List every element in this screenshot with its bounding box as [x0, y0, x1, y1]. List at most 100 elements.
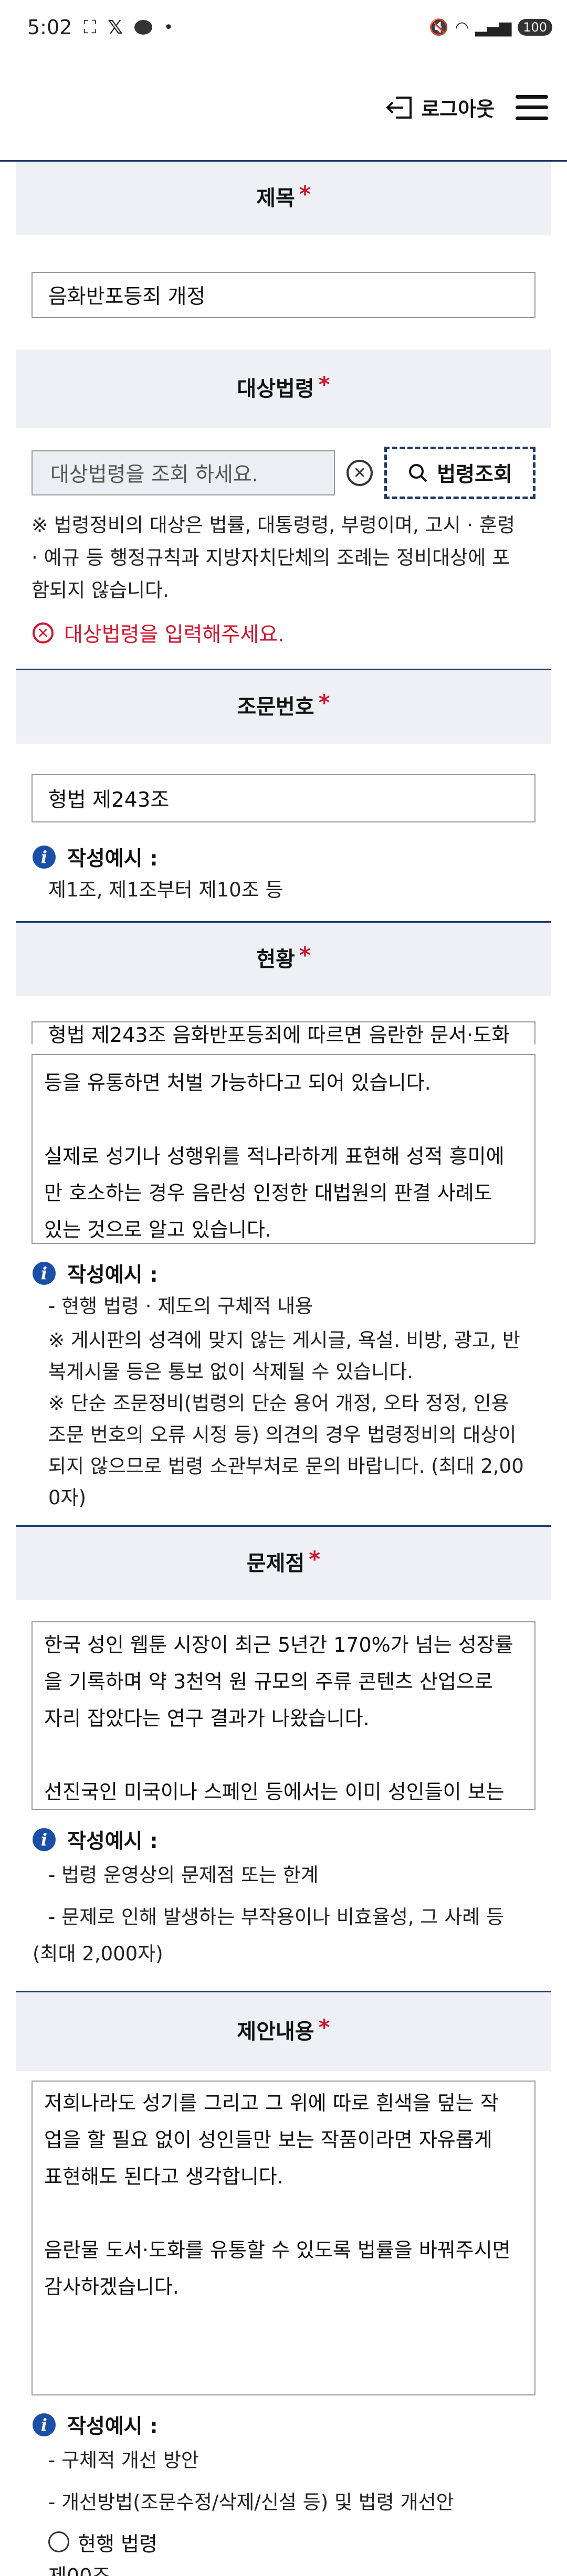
title-input[interactable]: 음화반포등죄 개정 [32, 272, 536, 318]
screenshot-icon: ⛶ [83, 17, 97, 38]
note-line: · 예규 등 행정규칙과 지방자치단체의 조례는 정비대상에 포 [32, 546, 510, 569]
error-text: 대상법령을 입력해주세요. [64, 623, 285, 647]
mute-icon: 🔇 [429, 18, 449, 37]
wifi-icon: ◠ [455, 18, 469, 37]
example-title-text: 작성예시 : [67, 2415, 158, 2438]
title-section-header: 제목 * [16, 162, 551, 235]
textarea-line: 실제로 성기나 성행위를 적나라하게 표현해 성적 흥미에 [44, 1145, 505, 1168]
example-line: 되지 않으므로 법령 소관부처로 문의 바랍니다. (최대 2,00 [48, 1455, 524, 1477]
status-section-header: 현황 * [16, 923, 551, 996]
info-icon: i [33, 846, 56, 869]
law-label: 대상법령 [237, 377, 314, 401]
status-example: - 현행 법령 · 제도의 구체적 내용 ※ 게시판의 성격에 맞지 않는 게시… [48, 1288, 536, 1514]
proposal-label: 제안내용 [237, 2020, 314, 2044]
textarea-line: 선진국인 미국이나 스페인 등에서는 이미 성인들이 보는 [44, 1780, 505, 1803]
clear-icon[interactable]: ✕ [346, 460, 373, 486]
problem-example-title: i 작성예시 : [33, 1825, 567, 1854]
example-line: - 문제로 인해 발생하는 부작용이나 비효율성, 그 사례 등 [48, 1906, 505, 1928]
required-mark: * [318, 690, 330, 715]
note-line: 함되지 않습니다. [32, 579, 169, 601]
status-peek: 형법 제243조 음화반포등죄에 따르면 음란한 문서·도화 [32, 1021, 536, 1044]
proposal-example-title: i 작성예시 : [33, 2410, 567, 2440]
info-icon: i [33, 1262, 56, 1285]
status-example-title: i 작성예시 : [33, 1259, 567, 1288]
law-search-button[interactable]: 법령조회 [384, 447, 536, 499]
article-example: 제1조, 제1조부터 제10조 등 [48, 879, 284, 901]
textarea-line: 등을 유통하면 처벌 가능하다고 되어 있습니다. [44, 1071, 431, 1094]
law-section-header: 대상법령 * [16, 350, 551, 428]
example-title-text: 작성예시 : [67, 847, 158, 871]
textarea-line: 표현해도 된다고 생각합니다. [44, 2165, 284, 2188]
required-mark: * [318, 2014, 330, 2040]
logout-label: 로그아웃 [421, 98, 495, 121]
proposal-section-header: 제안내용 * [16, 1992, 551, 2071]
status-textarea[interactable]: 등을 유통하면 처벌 가능하다고 되어 있습니다. 실제로 성기나 성행위를 적… [32, 1054, 536, 1244]
textarea-line: 감사하겠습니다. [44, 2275, 179, 2298]
example-line: - 현행 법령 · 제도의 구체적 내용 [48, 1295, 313, 1317]
law-placeholder: 대상법령을 조회 하세요. [50, 463, 258, 487]
example-line: ※ 게시판의 성격에 맞지 않는 게시글, 욕설. 비방, 광고, 반 [48, 1329, 520, 1352]
example-line: 0자) [48, 1486, 87, 1509]
law-error: ✕ 대상법령을 입력해주세요. [33, 618, 567, 648]
status-bar: 5:02 ⛶ 𝕏 • 🔇 ◠ ▂▄▆ 100 [0, 0, 567, 55]
battery-icon: 100 [518, 19, 552, 36]
textarea-line: 을 기록하며 약 3천억 원 규모의 주류 콘텐츠 산업으로 [44, 1670, 493, 1693]
textarea-line: 음란물 도서·도화를 유통할 수 있도록 법률을 바꿔주시면 [44, 2239, 511, 2262]
required-mark: * [318, 372, 330, 397]
article-input[interactable]: 형법 제243조 [32, 774, 536, 822]
textarea-line [44, 1737, 523, 1773]
textarea-line: 업을 할 필요 없이 성인들만 보는 작품이라면 자유롭게 [44, 2128, 492, 2151]
textarea-line [44, 1101, 523, 1138]
textarea-line: 있는 것으로 알고 있습니다. [44, 1218, 271, 1241]
title-value: 음화반포등죄 개정 [48, 285, 206, 309]
status-peek-text: 형법 제243조 음화반포등죄에 따르면 음란한 문서·도화 [48, 1023, 510, 1044]
problem-section-header: 문제점 * [16, 1527, 551, 1600]
current-law-option[interactable]: 현행 법령 [48, 2524, 567, 2560]
dot-icon: • [164, 18, 173, 37]
logout-button[interactable]: 로그아웃 [384, 93, 495, 122]
radio-icon[interactable] [48, 2531, 69, 2552]
textarea-line: 저희나라도 성기를 그리고 그 위에 따로 흰색을 덮는 작 [44, 2092, 499, 2115]
search-icon [409, 464, 427, 482]
example-line: ※ 단순 조문정비(법령의 단순 용어 개정, 오타 정정, 인용 [48, 1392, 509, 1414]
logout-icon [386, 96, 412, 119]
error-icon: ✕ [33, 622, 54, 643]
x-app-icon: 𝕏 [108, 16, 123, 38]
radio-label: 현행 법령 [78, 2532, 158, 2556]
example-line: - 법령 운영상의 문제점 또는 한계 [48, 1864, 319, 1886]
app-header: 로그아웃 [0, 55, 567, 162]
article-value: 형법 제243조 [48, 788, 170, 812]
article-section-header: 조문번호 * [16, 670, 551, 744]
status-time: 5:02 [27, 16, 72, 39]
info-icon: i [33, 2413, 56, 2436]
textarea-line: 한국 성인 웹툰 시장이 최근 5년간 170%가 넘는 성장률 [44, 1633, 513, 1656]
required-mark: * [309, 1546, 321, 1572]
textarea-line: 자리 잡았다는 연구 결과가 나왔습니다. [44, 1707, 370, 1730]
problem-label: 문제점 [246, 1551, 305, 1576]
proposal-textarea[interactable]: 저희나라도 성기를 그리고 그 위에 따로 흰색을 덮는 작 업을 할 필요 없… [32, 2081, 536, 2395]
required-mark: * [299, 942, 311, 968]
example-line: - 구체적 개선 방안 [48, 2449, 199, 2472]
textarea-line: 만 호소하는 경우 음란성 인정한 대법원의 판결 사례도 [44, 1181, 492, 1205]
article-label: 조문번호 [237, 695, 314, 719]
problem-textarea[interactable]: 한국 성인 웹툰 시장이 최근 5년간 170%가 넘는 성장률 을 기록하며 … [32, 1621, 536, 1810]
example-title-text: 작성예시 : [67, 1263, 158, 1287]
cut-off-text: 제00조 [48, 2564, 111, 2576]
law-input[interactable]: 대상법령을 조회 하세요. [32, 450, 335, 495]
required-mark: * [299, 181, 311, 207]
problem-example: - 법령 운영상의 문제점 또는 한계 - 문제로 인해 발생하는 부작용이나 … [33, 1854, 536, 1970]
example-line: 복게시물 등은 통보 없이 삭제될 수 있습니다. [48, 1360, 414, 1383]
article-example-title: i 작성예시 : [33, 842, 567, 872]
example-line: (최대 2,000자) [33, 1942, 163, 1965]
example-line: 조문 번호의 오류 시정 등) 의견의 경우 법령정비의 대상이 [48, 1423, 517, 1446]
title-label: 제목 [256, 186, 295, 210]
example-line: - 개선방법(조문수정/삭제/신설 등) 및 법령 개선안 [48, 2491, 454, 2514]
textarea-line [44, 2195, 523, 2232]
talk-icon [134, 20, 153, 35]
info-icon: i [33, 1828, 56, 1851]
note-line: ※ 법령정비의 대상은 법률, 대통령령, 부령이며, 고시 · 훈령 [32, 514, 516, 536]
law-note: ※ 법령정비의 대상은 법률, 대통령령, 부령이며, 고시 · 훈령 · 예규… [32, 509, 536, 607]
example-title-text: 작성예시 : [67, 1830, 158, 1853]
proposal-example: - 구체적 개선 방안 - 개선방법(조문수정/삭제/신설 등) 및 법령 개선… [48, 2440, 536, 2524]
menu-icon[interactable] [516, 94, 548, 120]
